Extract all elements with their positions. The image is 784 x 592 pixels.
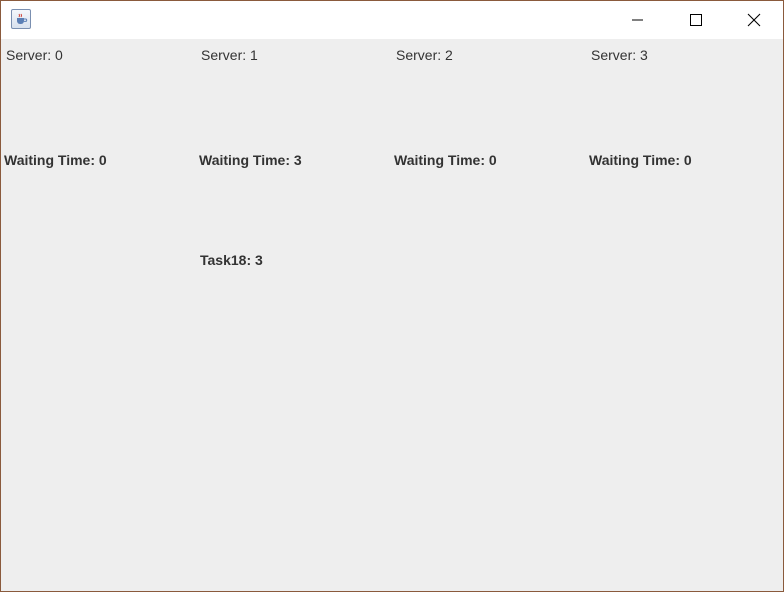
maximize-icon xyxy=(690,14,702,26)
minimize-button[interactable] xyxy=(609,1,667,39)
title-bar[interactable] xyxy=(1,1,783,39)
close-icon xyxy=(747,13,761,27)
minimize-icon xyxy=(632,19,643,21)
server-3-label: Server: 3 xyxy=(591,47,648,63)
server-0-label: Server: 0 xyxy=(6,47,63,63)
server-3-waiting-time: Waiting Time: 0 xyxy=(589,152,692,168)
close-button[interactable] xyxy=(725,1,783,39)
server-1-task-item: Task18: 3 xyxy=(200,252,263,268)
servers-panel: Server: 0 Waiting Time: 0 Server: 1 Wait… xyxy=(1,39,783,591)
server-2-waiting-time: Waiting Time: 0 xyxy=(394,152,497,168)
maximize-button[interactable] xyxy=(667,1,725,39)
java-cup-icon[interactable] xyxy=(11,9,31,29)
server-1-label: Server: 1 xyxy=(201,47,258,63)
server-1-waiting-time: Waiting Time: 3 xyxy=(199,152,302,168)
server-2-label: Server: 2 xyxy=(396,47,453,63)
app-window: Server: 0 Waiting Time: 0 Server: 1 Wait… xyxy=(0,0,784,592)
server-0-waiting-time: Waiting Time: 0 xyxy=(4,152,107,168)
